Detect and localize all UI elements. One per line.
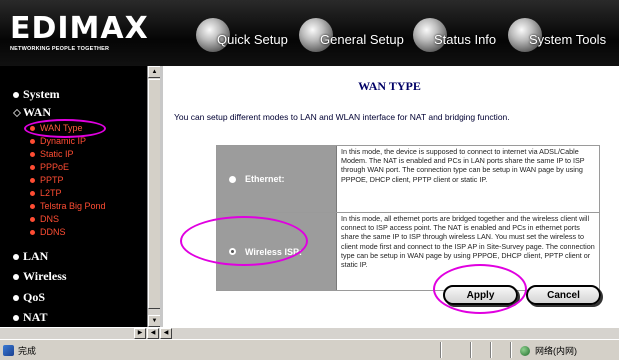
- edimax-logo: EDIMAX NETWORKING PEOPLE TOGETHER: [10, 11, 149, 53]
- submenu-pptp[interactable]: PPTP: [30, 175, 64, 185]
- expanded-icon: [13, 108, 21, 117]
- sidebar-menu: System WAN WAN Type Dynamic IP Static IP…: [0, 66, 160, 337]
- submenu-label: PPTP: [40, 175, 64, 185]
- sidebar-vertical-scrollbar[interactable]: ▲ ▼: [147, 66, 160, 337]
- sidebar-horizontal-scrollbar[interactable]: ▶ ◀: [0, 327, 160, 339]
- scroll-up-icon[interactable]: ▲: [148, 66, 160, 78]
- submenu-ddns[interactable]: DDNS: [30, 227, 66, 237]
- bullet-icon: [13, 294, 19, 301]
- submenu-telstra-big-pond[interactable]: Telstra Big Pond: [30, 201, 106, 211]
- logo-text: EDIMAX: [10, 11, 149, 46]
- scroll-left-icon[interactable]: ◀: [147, 328, 159, 339]
- submenu-label: DDNS: [40, 227, 66, 237]
- menu-nat[interactable]: NAT: [13, 310, 47, 325]
- status-divider: [440, 342, 442, 358]
- status-divider: [490, 342, 492, 358]
- menu-wireless[interactable]: Wireless: [13, 269, 67, 284]
- menu-lan[interactable]: LAN: [13, 249, 48, 264]
- option-description: In this mode, the device is supposed to …: [341, 147, 585, 184]
- menu-wan[interactable]: WAN: [13, 105, 51, 120]
- bullet-icon: [30, 177, 35, 183]
- main-content: WAN TYPE You can setup different modes t…: [160, 66, 619, 337]
- bullet-icon: [30, 216, 35, 222]
- main-horizontal-scrollbar[interactable]: ◀: [160, 327, 619, 339]
- submenu-l2tp[interactable]: L2TP: [30, 188, 62, 198]
- ethernet-radio[interactable]: [229, 175, 236, 183]
- submenu-label: Static IP: [40, 149, 74, 159]
- nav-label: Quick Setup: [217, 31, 288, 47]
- top-header: EDIMAX NETWORKING PEOPLE TOGETHER Quick …: [0, 0, 619, 66]
- bullet-icon: [13, 314, 19, 321]
- zone-text: 网络(内网): [535, 346, 577, 356]
- bullet-icon: [13, 253, 19, 260]
- nav-general-setup[interactable]: General Setup: [299, 18, 404, 54]
- menu-qos[interactable]: QoS: [13, 290, 45, 305]
- internet-zone-icon: [520, 345, 530, 356]
- page-title: WAN TYPE: [358, 79, 421, 93]
- nav-system-tools[interactable]: System Tools: [508, 18, 607, 54]
- menu-label: Wireless: [23, 269, 67, 283]
- menu-label: NAT: [23, 310, 48, 324]
- bullet-icon: [30, 138, 35, 144]
- bullet-icon: [30, 190, 35, 196]
- page-description: You can setup different modes to LAN and…: [174, 112, 510, 122]
- bullet-icon: [13, 273, 19, 280]
- option-label: Ethernet:: [245, 174, 285, 184]
- browser-status-bar: 完成 网络(内网): [0, 339, 619, 360]
- submenu-label: L2TP: [40, 188, 62, 198]
- submenu-label: Telstra Big Pond: [40, 201, 106, 211]
- bullet-icon: [30, 164, 35, 170]
- wireless-isp-highlight-circle: [180, 216, 308, 266]
- scroll-right-icon[interactable]: ▶: [134, 328, 146, 339]
- logo-tagline: NETWORKING PEOPLE TOGETHER: [10, 46, 110, 52]
- option-ethernet[interactable]: Ethernet:: [217, 146, 337, 212]
- bullet-icon: [30, 151, 35, 157]
- bullet-icon: [30, 203, 35, 209]
- nav-status-info[interactable]: Status Info: [413, 18, 497, 54]
- menu-system[interactable]: System: [13, 87, 60, 102]
- option-row-ethernet: Ethernet: In this mode, the device is su…: [217, 146, 599, 213]
- submenu-dns[interactable]: DNS: [30, 214, 59, 224]
- bullet-icon: [30, 229, 35, 235]
- nav-label: General Setup: [320, 31, 404, 47]
- cancel-button[interactable]: Cancel: [526, 285, 601, 305]
- frame-divider: [160, 66, 163, 337]
- submenu-static-ip[interactable]: Static IP: [30, 149, 74, 159]
- status-text: 完成: [18, 346, 37, 356]
- page-icon: [3, 345, 14, 356]
- nav-label: System Tools: [529, 31, 607, 47]
- submenu-label: PPPoE: [40, 162, 70, 172]
- nav-label: Status Info: [434, 31, 497, 47]
- menu-label: QoS: [23, 290, 46, 304]
- status-divider: [510, 342, 512, 358]
- status-divider: [470, 342, 472, 358]
- status-done: 完成: [3, 344, 36, 357]
- status-zone: 网络(内网): [520, 344, 577, 357]
- scroll-thumb[interactable]: [148, 79, 160, 309]
- menu-label: LAN: [23, 249, 49, 263]
- menu-label: System: [23, 87, 60, 101]
- nav-quick-setup[interactable]: Quick Setup: [196, 18, 288, 54]
- submenu-label: DNS: [40, 214, 60, 224]
- scroll-down-icon[interactable]: ▼: [148, 315, 160, 327]
- menu-label: WAN: [23, 105, 52, 119]
- apply-highlight-circle: [433, 264, 527, 314]
- submenu-pppoe[interactable]: PPPoE: [30, 162, 69, 172]
- bullet-icon: [13, 91, 19, 98]
- wan-type-highlight-circle: [24, 119, 106, 138]
- scroll-left-icon[interactable]: ◀: [160, 328, 172, 339]
